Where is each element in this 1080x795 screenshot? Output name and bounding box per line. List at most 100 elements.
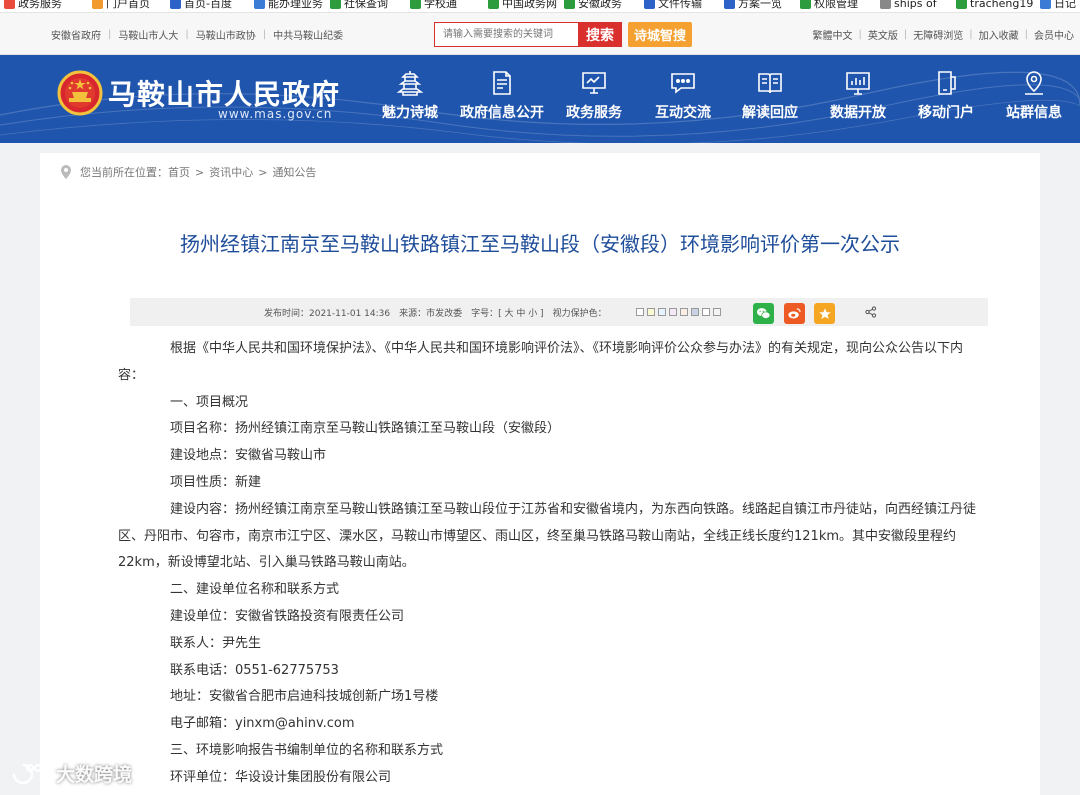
bookmark-icon: [488, 0, 499, 9]
chat-icon: [671, 73, 695, 94]
bookmark-icon: [92, 0, 103, 9]
breadcrumb-separator: >: [258, 165, 268, 179]
bookmark-icon: [4, 0, 15, 9]
location-icon: [1025, 71, 1043, 95]
document-icon: [493, 71, 511, 95]
article-meta-bar: 发布时间：2021-11-01 14:36 来源：市发改委 字号：[ 大 中 小…: [130, 298, 988, 326]
nav-item-site-group[interactable]: 站群信息: [992, 69, 1076, 129]
link-traditional-chinese[interactable]: 繁體中文: [807, 27, 859, 42]
breadcrumb: 您当前所在位置： 首页 > 资讯中心 > 通知公告: [60, 164, 316, 180]
national-emblem-icon: [57, 70, 103, 116]
nav-item-charm-city[interactable]: 魅力诗城: [368, 69, 452, 129]
color-swatch[interactable]: [647, 308, 655, 316]
bookmark-icon: [880, 0, 891, 9]
site-domain: www.mas.gov.cn: [218, 107, 333, 121]
weibo-icon: [788, 308, 801, 319]
nav-item-open-data[interactable]: 数据开放: [816, 69, 900, 129]
nav-item-interaction[interactable]: 互动交流: [641, 69, 725, 129]
link-member-center[interactable]: 会员中心: [1028, 27, 1080, 42]
wechat-share-button[interactable]: [753, 303, 774, 324]
bookmark-item[interactable]: 方案一览: [724, 0, 782, 12]
monitor-icon: [582, 72, 606, 94]
bookmark-icon: [644, 0, 655, 9]
article-paragraph: 建设单位：安徽省铁路投资有限责任公司: [170, 608, 405, 624]
breadcrumb-home[interactable]: 首页: [168, 164, 190, 180]
bookmark-item[interactable]: 文件传输: [644, 0, 702, 12]
color-swatch[interactable]: [713, 308, 721, 316]
chart-icon: [846, 72, 870, 95]
breadcrumb-news-center[interactable]: 资讯中心: [209, 164, 253, 180]
search-button[interactable]: 搜索: [578, 22, 622, 47]
bookmark-icon: [1040, 0, 1051, 9]
bookmark-item[interactable]: ships of: [880, 0, 937, 12]
nav-item-gov-service[interactable]: 政务服务: [552, 69, 636, 129]
nav-item-gov-info[interactable]: 政府信息公开: [460, 69, 544, 129]
search-box: 搜索: [434, 22, 622, 47]
nav-item-interpretation[interactable]: 解读回应: [728, 69, 812, 129]
bookmark-icon: [330, 0, 341, 9]
bookmark-icon: [410, 0, 421, 9]
watermark-text: 大数跨境: [56, 764, 133, 786]
section-heading: 二、建设单位名称和联系方式: [170, 582, 340, 598]
color-swatch[interactable]: [680, 308, 688, 316]
article-paragraph: 建设地点：安徽省马鞍山市: [170, 448, 327, 464]
bookmark-item[interactable]: 政务服务: [4, 0, 62, 12]
bookmark-item[interactable]: 学校通: [410, 0, 457, 12]
article-paragraph: 建设内容：扬州经镇江南京至马鞍山铁路镇江至马鞍山段位于江苏省和安徽省境内，为东西…: [118, 501, 977, 571]
article-paragraph: 环评单位：华设设计集团股份有限公司: [170, 769, 392, 785]
bookmark-item[interactable]: 权限管理: [800, 0, 858, 12]
top-utility-bar: 安徽省政府| 马鞍山市人大| 马鞍山市政协| 中共马鞍山纪委 搜索 诗城智搜 繁…: [0, 13, 1080, 55]
link-english[interactable]: 英文版: [862, 27, 904, 42]
bookmark-icon: [254, 0, 265, 9]
top-link-anhui-gov[interactable]: 安徽省政府: [44, 27, 108, 42]
bookmark-item[interactable]: 门户首页: [92, 0, 150, 12]
top-link-renda[interactable]: 马鞍山市人大: [111, 27, 185, 42]
wechat-icon: [756, 308, 771, 319]
bookmark-icon: [170, 0, 181, 9]
smart-search-button[interactable]: 诗城智搜: [628, 22, 692, 47]
article-paragraph: 联系电话：0551-62775753: [170, 662, 339, 678]
article-title: 扬州经镇江南京至马鞍山铁路镇江至马鞍山段（安徽段）环境影响评价第一次公示: [180, 232, 900, 256]
color-swatch[interactable]: [691, 308, 699, 316]
breadcrumb-notices[interactable]: 通知公告: [272, 164, 316, 180]
article-paragraph: 地址：安徽省合肥市启迪科技城创新广场1号楼: [170, 689, 439, 705]
bookmark-icon: [800, 0, 811, 9]
article-paragraph: 项目性质：新建: [170, 474, 262, 490]
bookmark-item[interactable]: 日记: [1040, 0, 1076, 12]
top-link-jiwei[interactable]: 中共马鞍山纪委: [266, 27, 350, 42]
color-swatch[interactable]: [658, 308, 666, 316]
color-swatch[interactable]: [669, 308, 677, 316]
bookmark-item[interactable]: tracheng19: [956, 0, 1033, 12]
color-swatch[interactable]: [636, 308, 644, 316]
article-paragraph: 根据《中华人民共和国环境保护法》、《中华人民共和国环境影响评价法》、《环境影响评…: [118, 341, 964, 383]
link-add-favorite[interactable]: 加入收藏: [973, 27, 1025, 42]
watermark-logo-icon: [12, 763, 50, 784]
section-heading: 一、项目概况: [170, 394, 249, 410]
top-links: 安徽省政府 | 马鞍山市人大 | 马鞍山市政协 | 中共马鞍山纪委: [44, 13, 350, 55]
bookmark-item[interactable]: 能办理业务: [254, 0, 323, 12]
link-accessibility[interactable]: 无障碍浏览: [907, 27, 969, 42]
color-swatch[interactable]: [702, 308, 710, 316]
article-paragraph: 电子邮箱：yinxm@ahinv.com: [170, 716, 355, 732]
article-meta: 发布时间：2021-11-01 14:36 来源：市发改委 字号：[ 大 中 小…: [264, 308, 607, 319]
book-icon: [758, 73, 782, 94]
breadcrumb-separator: >: [195, 165, 205, 179]
favorite-button[interactable]: [814, 303, 835, 324]
nav-item-mobile[interactable]: 移动门户: [904, 69, 988, 129]
bookmark-icon: [724, 0, 735, 9]
bookmark-item[interactable]: 中国政务网: [488, 0, 557, 12]
article-paragraph: 项目名称：扬州经镇江南京至马鞍山铁路镇江至马鞍山段（安徽段）: [170, 421, 561, 437]
bookmark-icon: [564, 0, 575, 9]
bookmark-item[interactable]: 首页-百度: [170, 0, 232, 12]
share-icon[interactable]: [865, 306, 877, 318]
eye-protection-color-swatches: [636, 308, 721, 316]
bookmark-item[interactable]: 社保查询: [330, 0, 388, 12]
bookmark-icon: [956, 0, 967, 9]
site-header: 马鞍山市人民政府 www.mas.gov.cn 魅力诗城 政府信息公开 政务服务…: [0, 55, 1080, 143]
watermark: 大数跨境: [10, 760, 132, 787]
location-pin-icon: [61, 165, 71, 179]
bookmark-item[interactable]: 安徽政务: [564, 0, 622, 12]
top-link-zhengxie[interactable]: 马鞍山市政协: [189, 27, 263, 42]
weibo-share-button[interactable]: [784, 303, 805, 324]
search-input[interactable]: [435, 23, 579, 46]
